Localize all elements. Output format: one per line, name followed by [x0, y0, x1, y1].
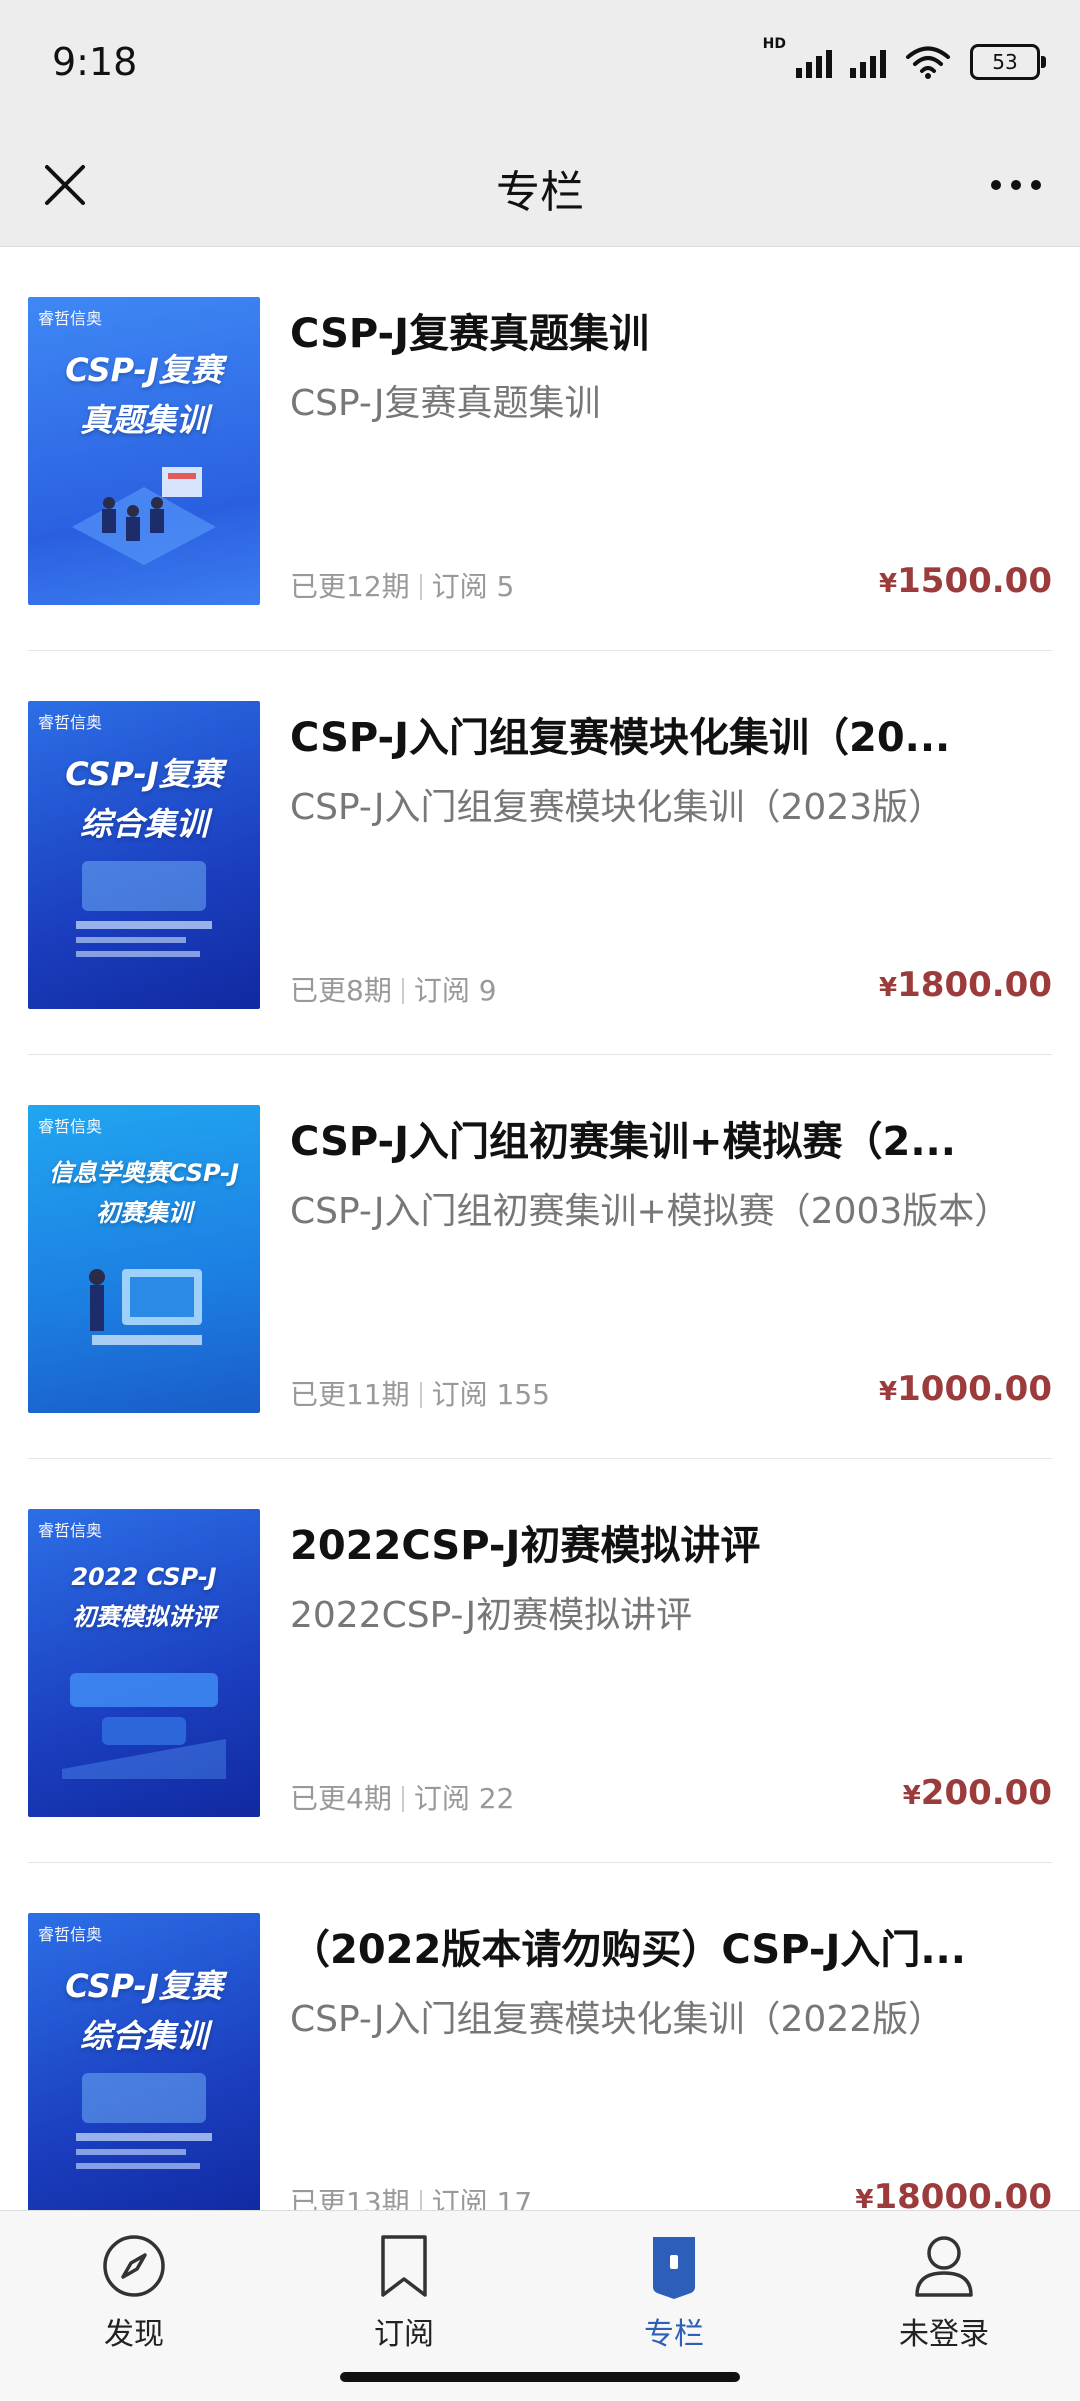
cover-brand: 睿哲信奥 — [38, 1521, 103, 1540]
more-dot-icon — [1011, 180, 1021, 190]
tab-label: 发现 — [104, 2317, 164, 2352]
cellular-signal-2-icon — [850, 46, 886, 78]
cover-image: 睿哲信奥 CSP-J复赛 真题集训 — [28, 297, 260, 605]
more-button[interactable] — [976, 150, 1056, 220]
page-title: 专栏 — [496, 167, 584, 218]
tab-label: 未登录 — [899, 2317, 989, 2352]
cellular-signal-icon — [796, 46, 832, 78]
item-meta: 已更11期 订阅 155 — [290, 1373, 550, 1413]
cover-brand: 睿哲信奥 — [38, 713, 103, 732]
item-subtitle: CSP-J复赛真题集训 — [290, 383, 601, 424]
item-title: CSP-J入门组复赛模块化集训（20... — [290, 715, 951, 761]
updated-count: 已更4期 — [290, 1782, 392, 1815]
item-meta: 已更12期 订阅 5 — [290, 565, 514, 605]
subscription-count: 订阅 9 — [413, 974, 497, 1007]
list-item[interactable]: 睿哲信奥 CSP-J复赛 真题集训 CSP-J复赛真题集训 CSP-J复赛真题集… — [28, 247, 1052, 651]
updated-count: 已更13期 — [290, 2186, 410, 2210]
item-price: ¥200.00 — [902, 1773, 1052, 1813]
status-time: 9:18 — [52, 40, 138, 84]
item-price: ¥18000.00 — [855, 2177, 1052, 2210]
status-icons: HD 53 — [762, 36, 1046, 86]
computer-illustration-icon — [89, 1269, 202, 1345]
item-meta: 已更8期 订阅 9 — [290, 969, 497, 1009]
network-type-label: HD — [762, 36, 786, 52]
subscription-count: 订阅 22 — [413, 1782, 515, 1815]
item-meta: 已更13期 订阅 17 — [290, 2181, 532, 2210]
subscription-count: 订阅 5 — [431, 570, 515, 603]
updated-count: 已更8期 — [290, 974, 392, 1007]
item-subtitle: CSP-J入门组复赛模块化集训（2022版） — [290, 1999, 945, 2040]
cover-image: 睿哲信奥 信息学奥赛CSP-J 初赛集训 — [28, 1105, 260, 1413]
cover-title: CSP-J复赛 综合集训 — [65, 755, 223, 843]
cover-image: 睿哲信奥 CSP-J复赛 综合集训 — [28, 1913, 260, 2210]
column-list: 睿哲信奥 CSP-J复赛 真题集训 CSP-J复赛真题集训 CSP-J复赛真题集… — [0, 247, 1080, 2210]
close-icon — [45, 165, 85, 205]
platform-illustration-icon — [76, 2073, 212, 2169]
more-dot-icon — [991, 180, 1001, 190]
item-subtitle: CSP-J入门组初赛集训+模拟赛（2003版本） — [290, 1191, 1011, 1232]
tab-discover[interactable]: 发现 — [54, 2231, 214, 2353]
tab-subscriptions[interactable]: 订阅 — [324, 2231, 484, 2353]
tab-label: 专栏 — [644, 2317, 704, 2352]
cover-image: 睿哲信奥 CSP-J复赛 综合集训 — [28, 701, 260, 1009]
item-subtitle: 2022CSP-J初赛模拟讲评 — [290, 1595, 693, 1636]
list-item[interactable]: 睿哲信奥 信息学奥赛CSP-J 初赛集训 CSP-J入门组初赛集训+模拟赛（2.… — [28, 1055, 1052, 1459]
cover-title: 2022 CSP-J 初赛模拟讲评 — [71, 1563, 217, 1631]
tab-label: 订阅 — [374, 2317, 434, 2352]
status-bar: 9:18 HD 53 — [0, 0, 1080, 128]
item-title: 2022CSP-J初赛模拟讲评 — [290, 1523, 761, 1569]
list-item[interactable]: 睿哲信奥 CSP-J复赛 综合集训 （2022版本请勿购买）CSP-J入门...… — [28, 1863, 1052, 2210]
list-item[interactable]: 睿哲信奥 CSP-J复赛 综合集训 CSP-J入门组复赛模块化集训（20... … — [28, 651, 1052, 1055]
item-price: ¥1000.00 — [879, 1369, 1052, 1409]
column-icon — [653, 2237, 695, 2299]
cover-title: CSP-J复赛 综合集训 — [65, 1967, 223, 2055]
cover-brand: 睿哲信奥 — [38, 1117, 103, 1136]
subscription-count: 订阅 155 — [431, 1378, 550, 1411]
close-button[interactable] — [30, 150, 100, 220]
updated-count: 已更11期 — [290, 1378, 410, 1411]
wifi-icon — [906, 46, 950, 79]
nav-bar: 专栏 — [0, 128, 1080, 247]
updated-count: 已更12期 — [290, 570, 410, 603]
home-indicator[interactable] — [340, 2372, 740, 2382]
subscription-count: 订阅 17 — [431, 2186, 533, 2210]
bookmark-icon — [381, 2235, 427, 2297]
cover-brand: 睿哲信奥 — [38, 309, 103, 328]
classroom-illustration-icon — [72, 467, 216, 565]
item-title: （2022版本请勿购买）CSP-J入门... — [290, 1927, 966, 1973]
user-icon — [915, 2236, 973, 2297]
cover-title: 信息学奥赛CSP-J 初赛集训 — [48, 1159, 240, 1227]
more-dot-icon — [1031, 180, 1041, 190]
item-price: ¥1800.00 — [879, 965, 1052, 1005]
tab-account[interactable]: 未登录 — [864, 2231, 1024, 2353]
tab-columns[interactable]: 专栏 — [594, 2231, 754, 2353]
compass-icon — [103, 2235, 165, 2297]
item-meta: 已更4期 订阅 22 — [290, 1777, 514, 1817]
cover-image: 睿哲信奥 2022 CSP-J 初赛模拟讲评 — [28, 1509, 260, 1817]
item-title: CSP-J入门组初赛集训+模拟赛（2... — [290, 1119, 956, 1165]
item-title: CSP-J复赛真题集训 — [290, 311, 650, 357]
list-item[interactable]: 睿哲信奥 2022 CSP-J 初赛模拟讲评 2022CSP-J初赛模拟讲评 2… — [28, 1459, 1052, 1863]
platform-illustration-icon — [76, 861, 212, 957]
cover-title: CSP-J复赛 真题集训 — [65, 351, 223, 439]
cover-brand: 睿哲信奥 — [38, 1925, 103, 1944]
item-subtitle: CSP-J入门组复赛模块化集训（2023版） — [290, 787, 945, 828]
battery-icon: 53 — [970, 44, 1046, 80]
item-price: ¥1500.00 — [879, 561, 1052, 601]
banner-illustration-icon — [62, 1673, 226, 1779]
